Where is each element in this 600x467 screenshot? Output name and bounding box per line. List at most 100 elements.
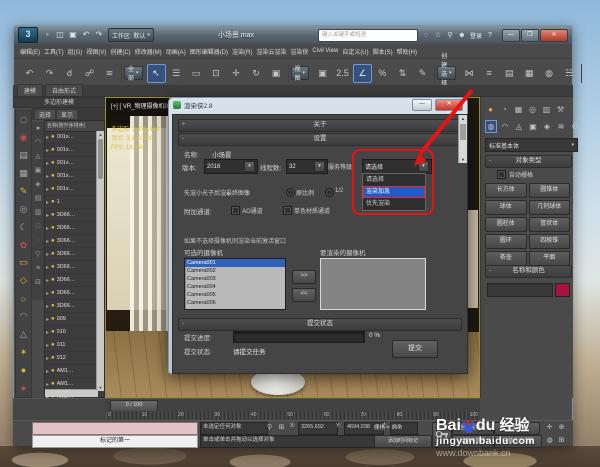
expand-arrow-icon[interactable]: ▸ bbox=[46, 264, 49, 271]
scene-object-row[interactable]: ▸ ● 3D66… bbox=[45, 287, 98, 300]
expand-arrow-icon[interactable]: ▸ bbox=[46, 303, 49, 310]
ribbon-tool-icon[interactable]: ▦ bbox=[16, 165, 31, 183]
camera-list-item[interactable]: Camera004 bbox=[185, 283, 285, 291]
explorer-filter-icon[interactable]: ◠ bbox=[35, 136, 41, 150]
quick-access-icon[interactable]: ◫ bbox=[54, 29, 66, 41]
toolbar-icon[interactable]: ≡ bbox=[480, 64, 499, 83]
scene-object-row[interactable]: ▸ ● 3D66… bbox=[45, 300, 98, 313]
expand-arrow-icon[interactable]: ▸ bbox=[46, 277, 49, 284]
menu-item[interactable]: 修改器(M) bbox=[135, 47, 162, 56]
selection-lock-icon[interactable]: ⚲ bbox=[264, 422, 275, 433]
visibility-bulb-icon[interactable]: ● bbox=[51, 264, 55, 270]
category-icon[interactable]: ◈ bbox=[541, 120, 553, 133]
mono-material-checkbox[interactable] bbox=[283, 206, 292, 215]
visibility-bulb-icon[interactable]: ● bbox=[51, 251, 55, 257]
ribbon-tool-icon[interactable]: ◇ bbox=[16, 272, 31, 290]
expand-arrow-icon[interactable]: ▸ bbox=[46, 316, 49, 323]
ribbon-tab[interactable]: 自由形式 bbox=[45, 84, 83, 96]
expand-arrow-icon[interactable]: ▸ bbox=[46, 212, 49, 219]
app-logo-icon[interactable]: 3 bbox=[18, 27, 38, 43]
panel-tab-icon[interactable]: ⚒ bbox=[555, 104, 566, 115]
toolbar-icon[interactable]: % bbox=[373, 64, 392, 83]
primitive-button[interactable]: 圆环 bbox=[485, 234, 527, 249]
ribbon-tool-icon[interactable]: □ bbox=[16, 111, 31, 129]
scene-object-row[interactable]: ▸ ● 3D66… bbox=[45, 235, 98, 248]
ribbon-tool-icon[interactable]: ● bbox=[16, 361, 31, 379]
explorer-horizontal-scrollbar[interactable] bbox=[45, 389, 98, 397]
visibility-bulb-icon[interactable]: ● bbox=[51, 342, 55, 348]
scene-object-row[interactable]: ▸ ● 010 bbox=[45, 326, 98, 339]
explorer-tab[interactable]: 显示 bbox=[57, 110, 77, 119]
camera-list-item[interactable]: Camera005 bbox=[185, 291, 285, 299]
explorer-tab[interactable]: 选择 bbox=[35, 110, 55, 119]
menu-item[interactable]: 自定义(U) bbox=[342, 47, 368, 56]
toolbar-icon[interactable]: ✛ bbox=[227, 64, 246, 83]
visibility-bulb-icon[interactable]: ● bbox=[51, 290, 55, 296]
category-icon[interactable]: ◠ bbox=[499, 120, 511, 133]
toolbar-icon[interactable]: ☍ bbox=[80, 64, 99, 83]
minimize-button[interactable]: — bbox=[502, 29, 520, 42]
name-color-rollout[interactable]: - 名称和颜色 bbox=[485, 265, 572, 278]
panel-tab-icon[interactable]: ▥ bbox=[541, 104, 552, 115]
toolbar-icon[interactable]: ↷ bbox=[40, 64, 59, 83]
expand-arrow-icon[interactable]: ▸ bbox=[46, 199, 49, 206]
menu-item[interactable]: 动画(A) bbox=[166, 47, 186, 56]
category-icon[interactable]: ⚙ bbox=[569, 120, 581, 133]
explorer-filter-icon[interactable]: ≡ bbox=[36, 262, 40, 276]
panel-tab-icon[interactable]: ▦ bbox=[513, 104, 524, 115]
explorer-filter-icon[interactable]: ▤ bbox=[35, 192, 42, 206]
explorer-filter-icon[interactable]: ◈ bbox=[35, 178, 40, 192]
add-camera-button[interactable]: >> bbox=[292, 270, 316, 284]
menu-item[interactable]: 工具(T) bbox=[44, 47, 64, 56]
expand-arrow-icon[interactable]: ▸ bbox=[46, 225, 49, 232]
expand-arrow-icon[interactable]: ▸ bbox=[46, 160, 49, 167]
close-button[interactable]: ✕ bbox=[540, 29, 568, 42]
submit-button[interactable]: 提交 bbox=[392, 340, 438, 358]
primitive-button[interactable]: 圆锥体 bbox=[529, 183, 571, 198]
radio-full-ratio[interactable] bbox=[286, 188, 295, 197]
ribbon-tab[interactable]: 建模 bbox=[17, 84, 43, 96]
menu-item[interactable]: 渲染(R) bbox=[232, 47, 252, 56]
target-cameras-list[interactable] bbox=[320, 258, 426, 310]
remove-camera-button[interactable]: << bbox=[292, 288, 316, 302]
titlebar-icon[interactable]: ☆ bbox=[433, 30, 443, 41]
scrollbar-thumb[interactable] bbox=[98, 139, 103, 179]
toolbar-icon[interactable]: ✎ bbox=[413, 64, 432, 83]
toolbar-icon[interactable]: ∠ bbox=[353, 64, 372, 83]
search-input[interactable] bbox=[318, 29, 418, 42]
explorer-filter-icon[interactable]: ◬ bbox=[35, 150, 40, 164]
visibility-bulb-icon[interactable]: ● bbox=[51, 238, 55, 244]
menu-item[interactable]: 组(G) bbox=[68, 47, 83, 56]
chevron-down-icon[interactable]: ▾ bbox=[314, 161, 325, 172]
explorer-filter-icon[interactable]: ⊟ bbox=[35, 276, 41, 290]
explorer-filter-icon[interactable]: ▥ bbox=[35, 206, 42, 220]
submit-status-rollout[interactable]: - 提交状态 bbox=[178, 318, 462, 331]
sign-in-button[interactable]: 登录 bbox=[470, 31, 482, 40]
expand-arrow-icon[interactable]: ▸ bbox=[46, 329, 49, 336]
primitive-button[interactable]: 四棱锥 bbox=[529, 234, 571, 249]
expand-arrow-icon[interactable]: ▸ bbox=[46, 134, 49, 141]
toolbar-icon[interactable]: ≋ bbox=[100, 64, 119, 83]
camera-list-item[interactable]: Camera003 bbox=[185, 275, 285, 283]
ribbon-tool-icon[interactable]: ▭ bbox=[16, 254, 31, 272]
visibility-bulb-icon[interactable]: ● bbox=[51, 277, 55, 283]
scroll-down-icon[interactable]: ▼ bbox=[97, 385, 104, 390]
radio-half-ratio[interactable] bbox=[325, 188, 334, 197]
add-time-tag-button[interactable]: 添加时间标记 bbox=[374, 435, 432, 448]
explorer-filter-icon[interactable]: ● bbox=[36, 122, 40, 136]
panel-tab-icon[interactable]: ● bbox=[485, 104, 496, 115]
visibility-bulb-icon[interactable]: ● bbox=[51, 134, 55, 140]
primitive-category-dropdown[interactable]: 标准基本体 ▾ bbox=[485, 138, 578, 152]
toolbar-icon[interactable]: ⇅ bbox=[393, 64, 412, 83]
chevron-down-icon[interactable]: ▾ bbox=[244, 161, 255, 172]
primitive-button[interactable]: 球体 bbox=[485, 200, 527, 215]
ribbon-tool-icon[interactable]: ☾ bbox=[16, 218, 31, 236]
toolbar-icon[interactable]: ▣ bbox=[267, 64, 286, 83]
scene-object-row[interactable]: ▸ ● 011 bbox=[45, 339, 98, 352]
workspace-dropdown[interactable]: 工作区: 默认 ▾ bbox=[108, 28, 154, 42]
scene-object-row[interactable]: ▸ ● 001x… bbox=[45, 183, 98, 196]
camera-list-item[interactable]: Camera002 bbox=[185, 267, 285, 275]
primitive-button[interactable]: 管状体 bbox=[529, 217, 571, 232]
menu-item[interactable]: Civil View bbox=[312, 48, 338, 54]
visibility-bulb-icon[interactable]: ● bbox=[51, 173, 55, 179]
